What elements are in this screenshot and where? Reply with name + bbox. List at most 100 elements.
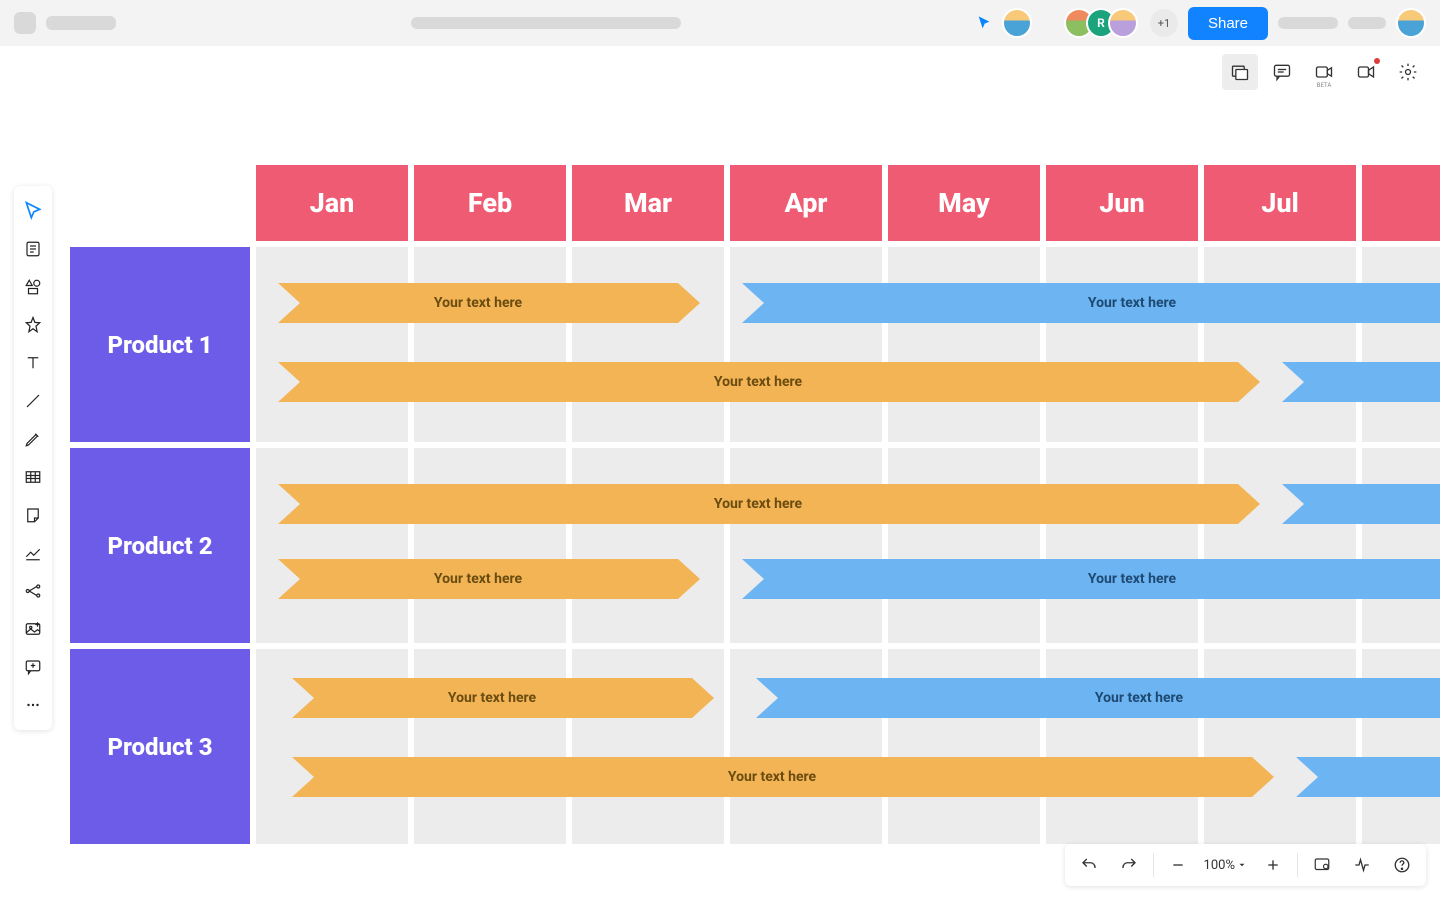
- shapes-tool-icon[interactable]: [14, 268, 52, 306]
- chart-tool-icon[interactable]: [14, 534, 52, 572]
- month-header[interactable]: Feb: [414, 165, 566, 241]
- gantt-bar-label: Your text here: [714, 496, 802, 512]
- product-row: Product 3Your text hereYour text hereYou…: [70, 649, 1440, 844]
- grid-cell[interactable]: [1362, 247, 1440, 442]
- comment-tool-icon[interactable]: [14, 648, 52, 686]
- gantt-bar-label: Your text here: [714, 374, 802, 390]
- zoom-in-icon[interactable]: [1255, 847, 1291, 883]
- template-tool-icon[interactable]: [14, 230, 52, 268]
- gantt-bar[interactable]: Your text here: [278, 362, 1238, 402]
- product-label[interactable]: Product 1: [70, 247, 250, 442]
- grid-cell[interactable]: [888, 448, 1040, 643]
- fit-view-icon[interactable]: [1304, 847, 1340, 883]
- gantt-bar[interactable]: [1296, 757, 1440, 797]
- gantt-bar-label: Your text here: [728, 769, 816, 785]
- gantt-bar[interactable]: Your text here: [742, 559, 1440, 599]
- gantt-timeline[interactable]: JanFebMarAprMayJunJul Product 1Your text…: [70, 165, 1440, 844]
- grid-cell[interactable]: [1204, 247, 1356, 442]
- product-row: Product 2 Your text here Your text here You…: [70, 448, 1440, 643]
- more-collaborators-chip[interactable]: +1: [1150, 9, 1178, 37]
- comments-icon[interactable]: [1264, 54, 1300, 90]
- grid-cell[interactable]: [1362, 448, 1440, 643]
- text-tool-icon[interactable]: [14, 344, 52, 382]
- month-header[interactable]: Jan: [256, 165, 408, 241]
- collaborator-avatar[interactable]: [1108, 8, 1138, 38]
- product-label[interactable]: Product 2: [70, 448, 250, 643]
- bottom-controls: 100%: [1065, 844, 1426, 886]
- month-header[interactable]: Mar: [572, 165, 724, 241]
- more-tools-icon[interactable]: [14, 686, 52, 724]
- header-placeholder: [1348, 17, 1386, 29]
- zoom-out-icon[interactable]: [1160, 847, 1196, 883]
- redo-icon[interactable]: [1111, 847, 1147, 883]
- gantt-bar-label: Your text here: [434, 571, 522, 587]
- header-placeholder: [1278, 17, 1338, 29]
- gantt-bar[interactable]: Your text here: [278, 484, 1238, 524]
- gantt-bar-label: Your text here: [1095, 690, 1183, 706]
- select-tool-icon[interactable]: [14, 192, 52, 230]
- product-row: Product 1Your text hereYour text hereYou…: [70, 247, 1440, 442]
- gantt-bar-label: Your text here: [448, 690, 536, 706]
- grid-cell[interactable]: [730, 247, 882, 442]
- help-icon[interactable]: [1384, 847, 1420, 883]
- grid-cell[interactable]: [572, 448, 724, 643]
- grid-cell[interactable]: [572, 247, 724, 442]
- top-header: R +1 Share: [0, 0, 1440, 46]
- gantt-bar[interactable]: Your text here: [278, 559, 678, 599]
- line-tool-icon[interactable]: [14, 382, 52, 420]
- grid-cell[interactable]: [1204, 448, 1356, 643]
- pen-tool-icon[interactable]: [14, 420, 52, 458]
- gantt-bar[interactable]: Your text here: [292, 757, 1252, 797]
- gantt-bar[interactable]: Your text here: [756, 678, 1440, 718]
- present-icon[interactable]: [1348, 54, 1384, 90]
- row-cells: Your text here Your text here Your text he…: [256, 247, 1440, 442]
- settings-icon[interactable]: [1390, 54, 1426, 90]
- secondary-toolbar: BETA: [1222, 54, 1426, 90]
- zoom-level[interactable]: 100%: [1200, 858, 1251, 873]
- grid-cell[interactable]: [256, 247, 408, 442]
- grid-cell[interactable]: [888, 247, 1040, 442]
- grid-cell[interactable]: [730, 448, 882, 643]
- sticky-note-tool-icon[interactable]: [14, 496, 52, 534]
- grid-cell[interactable]: [1046, 247, 1198, 442]
- share-button[interactable]: Share: [1188, 7, 1268, 40]
- gantt-bar-label: Your text here: [434, 295, 522, 311]
- table-tool-icon[interactable]: [14, 458, 52, 496]
- star-tool-icon[interactable]: [14, 306, 52, 344]
- gantt-bar[interactable]: Your text here: [278, 283, 678, 323]
- gantt-bar[interactable]: [1282, 362, 1440, 402]
- product-rows: Product 1Your text hereYour text hereYou…: [70, 247, 1440, 844]
- frames-icon[interactable]: [1222, 54, 1258, 90]
- month-header[interactable]: Jun: [1046, 165, 1198, 241]
- month-header[interactable]: Jul: [1204, 165, 1356, 241]
- grid-cell[interactable]: [256, 448, 408, 643]
- profile-avatar[interactable]: [1396, 8, 1426, 38]
- beta-badge: BETA: [1317, 82, 1331, 89]
- grid-cell[interactable]: [414, 247, 566, 442]
- gantt-bar[interactable]: Your text here: [742, 283, 1440, 323]
- left-toolbar: [14, 186, 52, 730]
- activity-icon[interactable]: [1344, 847, 1380, 883]
- month-header[interactable]: [1362, 165, 1440, 241]
- grid-cell[interactable]: [1046, 448, 1198, 643]
- row-cells: Your text here Your text here Your text he…: [256, 649, 1440, 844]
- undo-icon[interactable]: [1071, 847, 1107, 883]
- notification-dot-icon: [1374, 58, 1380, 64]
- canvas[interactable]: JanFebMarAprMayJunJul Product 1Your text…: [70, 165, 1440, 900]
- connector-tool-icon[interactable]: [14, 572, 52, 610]
- collaborator-avatars[interactable]: R: [1064, 8, 1138, 38]
- current-user-avatar[interactable]: [1002, 8, 1032, 38]
- month-header[interactable]: Apr: [730, 165, 882, 241]
- month-header-row: JanFebMarAprMayJunJul: [256, 165, 1440, 241]
- product-label[interactable]: Product 3: [70, 649, 250, 844]
- document-title-placeholder[interactable]: [411, 17, 681, 29]
- grid-cell[interactable]: [414, 448, 566, 643]
- month-header[interactable]: May: [888, 165, 1040, 241]
- app-menu-placeholder[interactable]: [14, 12, 36, 34]
- cursor-indicator-icon: [976, 15, 992, 31]
- gantt-bar[interactable]: Your text here: [292, 678, 692, 718]
- gantt-bar[interactable]: [1282, 484, 1440, 524]
- video-icon[interactable]: BETA: [1306, 54, 1342, 90]
- gantt-bar-label: Your text here: [1088, 295, 1176, 311]
- image-tool-icon[interactable]: [14, 610, 52, 648]
